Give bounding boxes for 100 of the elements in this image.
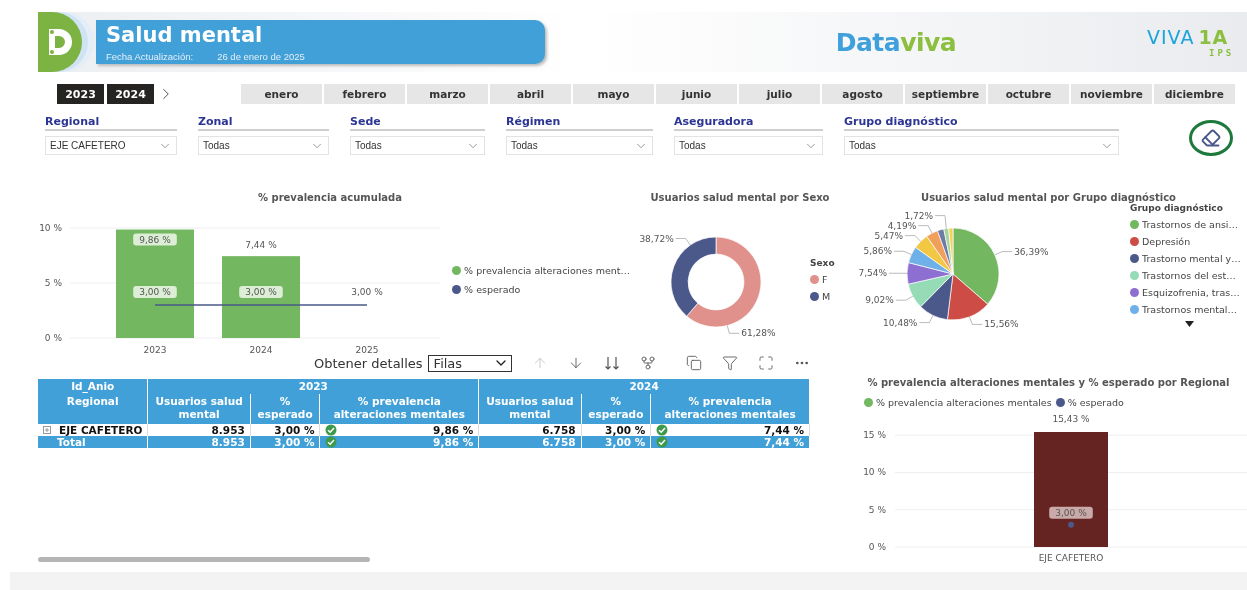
filter-dropdown[interactable]: Todas (844, 136, 1119, 155)
filter-label: Regional (45, 115, 177, 131)
data-label: 3,00 % (245, 287, 278, 297)
table-cell: 3,00 % (274, 424, 315, 436)
leader-line (888, 272, 908, 274)
toolbar-label: Obtener detalles (314, 355, 423, 371)
month-tab[interactable]: mayo (573, 84, 654, 104)
filter-dropdown[interactable]: Todas (674, 136, 823, 155)
column-header: % prevalencia alteraciones mentales (319, 394, 479, 424)
table-cell: 6.758 (542, 436, 576, 448)
month-tab[interactable]: julio (739, 84, 820, 104)
table-cell: 3,00 % (605, 436, 646, 448)
filter-label: Régimen (506, 115, 653, 131)
legend-item: M (810, 291, 835, 302)
legend-item[interactable]: Esquizofrenia, tras… (1130, 287, 1241, 298)
leader-line (969, 316, 983, 325)
legend-item[interactable]: Trastornos del est… (1130, 270, 1241, 281)
legend-item: % prevalencia alteraciones mentales (864, 393, 1052, 411)
year-tab[interactable]: 2023 (57, 84, 104, 104)
eraser-icon (1201, 128, 1221, 148)
column-group-header: 2023 (147, 379, 479, 394)
column-header: % prevalencia alteraciones mentales (650, 394, 810, 424)
table-cell: 7,44 % (763, 424, 804, 436)
month-tab[interactable]: noviembre (1071, 84, 1152, 104)
month-tab[interactable]: diciembre (1154, 84, 1235, 104)
table-cell: 7,44 % (763, 436, 804, 448)
data-label: 5,47% (874, 230, 903, 241)
data-label: 9,02% (865, 295, 894, 306)
data-label: 7,44 % (245, 240, 277, 251)
year-tab[interactable]: 2024 (107, 84, 154, 104)
month-tab[interactable]: marzo (407, 84, 488, 104)
filter-icon[interactable] (722, 355, 738, 371)
axis-category-label: 2023 (143, 345, 167, 355)
mode-dropdown[interactable]: Filas (427, 354, 512, 372)
month-tab[interactable]: enero (241, 84, 322, 104)
legend-item[interactable]: Trastornos de ansi… (1130, 219, 1241, 230)
leader-line (994, 251, 1013, 256)
update-label: Fecha Actualización: (106, 50, 194, 62)
data-label: 3,00 % (239, 286, 283, 298)
axis-tick-label: 5 % (868, 504, 886, 515)
brand-logo: Dataviva (835, 27, 957, 57)
data-label: 5,86% (863, 246, 892, 257)
column-group-header: Id_Anio (38, 379, 148, 394)
leader-line (726, 325, 740, 334)
table-cell: 6.758 (542, 424, 576, 436)
filter-label: Zonal (198, 115, 329, 131)
expand-icon[interactable] (758, 355, 774, 371)
data-label: 38,72% (639, 233, 674, 244)
table-cell: 8.953 (211, 424, 245, 436)
table-cell: 9,86 % (433, 424, 474, 436)
data-label: 4,19% (887, 220, 917, 231)
chart-title: % prevalencia alteraciones mentales y % esperado por Regional (866, 376, 1231, 390)
copy-icon[interactable] (686, 355, 702, 371)
data-label: 3,00 % (139, 287, 172, 297)
legend-item[interactable]: Depresión (1130, 236, 1241, 247)
leader-line (919, 315, 934, 323)
expand-icon[interactable] (43, 426, 51, 434)
filter-dropdown[interactable]: Todas (506, 136, 653, 155)
update-date: 26 de enero de 2025 (217, 50, 305, 62)
data-label: 15,56% (984, 319, 1019, 330)
expected-point (1068, 521, 1074, 528)
scrollbar-thumb[interactable] (38, 557, 370, 562)
page-title: Salud mental (106, 22, 264, 47)
clear-filters-button[interactable] (1189, 120, 1233, 156)
axis-category-label: 2025 (355, 345, 379, 355)
filter-dropdown[interactable]: Todas (350, 136, 485, 155)
axis-tick-label: 5 % (44, 278, 62, 288)
month-tab[interactable]: agosto (822, 84, 903, 104)
axis-tick-label: 0 % (44, 333, 62, 343)
axis-tick-label: 10 % (39, 223, 62, 233)
axis-category-label: 2024 (249, 345, 273, 355)
month-tab[interactable]: octubre (988, 84, 1069, 104)
data-label: 1,72% (904, 210, 933, 221)
legend-title: Grupo diagnóstico (1130, 203, 1224, 213)
column-header: Usuarios salud mental (147, 394, 251, 424)
data-label: 15,43 % (1052, 414, 1090, 424)
more-down-icon[interactable] (1185, 321, 1194, 327)
data-label: 10,48% (883, 317, 918, 328)
arrow-down-icon[interactable] (568, 355, 584, 371)
filter-dropdown[interactable]: Todas (198, 136, 329, 155)
month-tab[interactable]: abril (490, 84, 571, 104)
month-tab[interactable]: febrero (324, 84, 405, 104)
legend-item: % prevalencia alteraciones ment… (452, 265, 630, 276)
legend-item[interactable]: Trastornos mental… (1130, 304, 1241, 315)
fork-icon[interactable] (640, 355, 656, 371)
data-label: 7,54% (858, 268, 887, 279)
leader-line (895, 295, 914, 301)
data-label: 36,39% (1014, 246, 1049, 257)
table-cell: 8.953 (211, 436, 245, 448)
data-label: 3,00 % (1055, 507, 1088, 518)
column-header: % esperado (581, 394, 651, 424)
legend-item: % esperado (452, 284, 630, 295)
filter-dropdown[interactable]: EJE CAFETERO (45, 136, 177, 155)
logo-icon (47, 27, 73, 57)
legend-title: Sexo (810, 258, 835, 268)
double-arrow-down-icon[interactable] (604, 355, 620, 371)
month-tab[interactable]: septiembre (905, 84, 986, 104)
month-tab[interactable]: junio (656, 84, 737, 104)
legend-item[interactable]: Trastorno mental y… (1130, 253, 1241, 264)
axis-tick-label: 0 % (868, 542, 886, 552)
